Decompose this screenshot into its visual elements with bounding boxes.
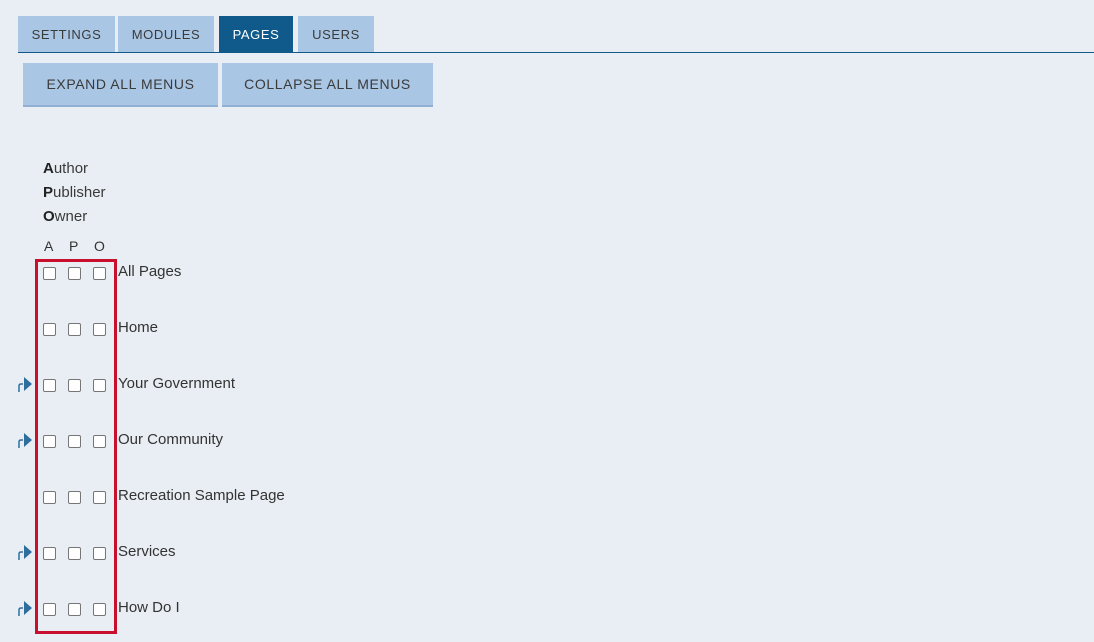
page-label: Services: [118, 543, 176, 560]
owner-checkbox[interactable]: [93, 323, 106, 336]
legend-owner: Owner: [43, 208, 88, 225]
page-label: Your Government: [118, 375, 236, 392]
publisher-checkbox[interactable]: [68, 323, 81, 336]
page-row: Services: [0, 543, 400, 577]
legend-author: Author: [43, 160, 89, 177]
author-checkbox[interactable]: [43, 491, 56, 504]
author-checkbox[interactable]: [43, 379, 56, 392]
permission-legend: Author Publisher Owner: [43, 157, 106, 229]
author-checkbox[interactable]: [43, 603, 56, 616]
publisher-checkbox[interactable]: [68, 435, 81, 448]
author-checkbox[interactable]: [43, 323, 56, 336]
author-checkbox[interactable]: [43, 547, 56, 560]
legend-publisher: Publisher: [43, 184, 106, 201]
page-label: All Pages: [118, 263, 182, 280]
page-row: Our Community: [0, 431, 400, 465]
page-row: How Do I: [0, 599, 400, 633]
column-header-publisher: P: [69, 238, 79, 254]
publisher-checkbox[interactable]: [68, 603, 81, 616]
tab-modules[interactable]: MODULES: [118, 16, 214, 52]
publisher-checkbox[interactable]: [68, 547, 81, 560]
owner-checkbox[interactable]: [93, 603, 106, 616]
tab-pages[interactable]: PAGES: [219, 16, 293, 52]
tab-users[interactable]: USERS: [298, 16, 374, 52]
author-checkbox[interactable]: [43, 435, 56, 448]
page-row: Home: [0, 319, 400, 353]
expand-arrow-icon[interactable]: [17, 599, 33, 617]
expand-all-menus-button[interactable]: EXPAND ALL MENUS: [23, 63, 218, 107]
page-label: Recreation Sample Page: [118, 487, 285, 504]
expand-arrow-icon[interactable]: [17, 375, 33, 393]
page-row: Your Government: [0, 375, 400, 409]
author-checkbox[interactable]: [43, 267, 56, 280]
owner-checkbox[interactable]: [93, 435, 106, 448]
page-label: How Do I: [118, 599, 180, 616]
page-label: Home: [118, 319, 159, 336]
owner-checkbox[interactable]: [93, 379, 106, 392]
page-row: All Pages: [0, 263, 400, 297]
owner-checkbox[interactable]: [93, 547, 106, 560]
page-row: Recreation Sample Page: [0, 487, 400, 521]
expand-arrow-icon[interactable]: [17, 431, 33, 449]
owner-checkbox[interactable]: [93, 267, 106, 280]
expand-arrow-icon[interactable]: [17, 543, 33, 561]
tab-settings[interactable]: SETTINGS: [18, 16, 115, 52]
column-header-author: A: [44, 238, 54, 254]
page-label: Our Community: [118, 431, 224, 448]
publisher-checkbox[interactable]: [68, 491, 81, 504]
publisher-checkbox[interactable]: [68, 267, 81, 280]
page: SETTINGS MODULES PAGES USERS EXPAND ALL …: [0, 0, 1094, 642]
publisher-checkbox[interactable]: [68, 379, 81, 392]
owner-checkbox[interactable]: [93, 491, 106, 504]
collapse-all-menus-button[interactable]: COLLAPSE ALL MENUS: [222, 63, 433, 107]
column-header-owner: O: [94, 238, 105, 254]
tab-bar: SETTINGS MODULES PAGES USERS: [18, 16, 1094, 53]
